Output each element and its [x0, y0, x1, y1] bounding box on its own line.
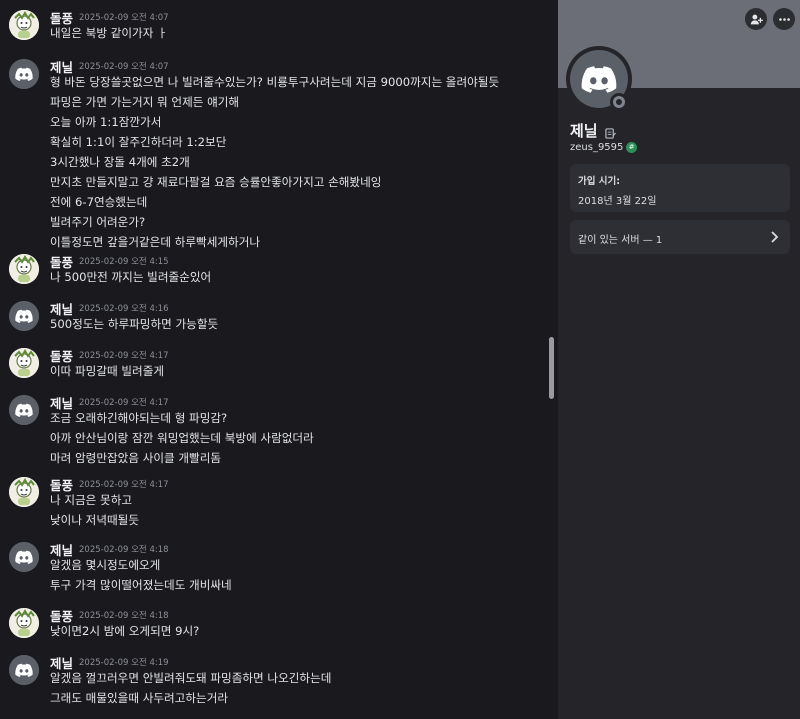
message-timestamp: 2025-02-09 오전 4:17	[79, 398, 169, 408]
message-group: 제닐 2025-02-09 오전 4:16 500정도는 하루파밍하면 가능할듯	[0, 301, 540, 343]
message-text: 알겠음 몇시정도에오게	[50, 558, 161, 572]
message-text: 파밍은 가면 가는거지 뭐 언제든 얘기해	[50, 95, 240, 109]
member-since-date: 2018년 3월 22일	[578, 196, 657, 207]
message-text: 500정도는 하루파밍하면 가능할듯	[50, 317, 219, 331]
chat-messages: 돌풍 2025-02-09 오전 4:07 내일은 북방 같이가자 ㅏ 제닐 2025-…	[0, 0, 558, 719]
message-text: 아까 안산님이랑 잠깐 워밍업했는데 북방에 사람없더라	[50, 431, 314, 445]
more-options-button[interactable]	[773, 8, 795, 30]
message-text: 이따 파밍갈때 빌려줄게	[50, 364, 165, 378]
message-timestamp: 2025-02-09 오전 4:07	[79, 62, 169, 72]
add-friend-icon	[750, 14, 763, 24]
message-text: 알겠음 껄끄러우면 안빌려줘도돼 파밍좀하면 나오긴하는데	[50, 671, 332, 685]
message-text: 빌려주기 어려운가?	[50, 215, 146, 229]
message-timestamp: 2025-02-09 오전 4:17	[79, 480, 169, 490]
message-group: 돌풍 2025-02-09 오전 4:18 낮이면2시 밤에 오게되면 9시?	[0, 608, 540, 650]
message-text: 낮이나 저녁때될듯	[50, 513, 140, 527]
message-group: 돌풍 2025-02-09 오전 4:07 내일은 북방 같이가자 ㅏ	[0, 10, 540, 52]
mutual-servers-button[interactable]: 같이 있는 서버 — 1	[570, 220, 790, 254]
discord-logo-icon	[581, 66, 617, 93]
member-since-label: 가입 시기:	[578, 176, 621, 187]
message-text: 조금 오래하긴해야되는데 형 파밍감?	[50, 411, 228, 425]
user-profile-panel: 제닐 zeus_9595 # 가입 시기: 2018년 3월 22일 같이 있는…	[558, 0, 800, 719]
message-avatar[interactable]	[9, 655, 39, 685]
message-avatar[interactable]	[9, 254, 39, 284]
message-text: 그래도 매물있을때 사두려고하는거라	[50, 691, 229, 705]
message-timestamp: 2025-02-09 오전 4:19	[79, 658, 169, 668]
message-text: 마려 암령만잡았음 사이클 개빨리돔	[50, 451, 222, 465]
message-text: 이틀정도면 갚을거같은데 하루빡세게하거나	[50, 235, 261, 249]
more-icon	[778, 17, 790, 21]
message-group: 제닐 2025-02-09 오전 4:18 알겠음 몇시정도에오게 투구 가격 많이떨…	[0, 542, 540, 604]
message-timestamp: 2025-02-09 오전 4:18	[79, 611, 169, 621]
chevron-right-icon	[771, 231, 779, 243]
message-timestamp: 2025-02-09 오전 4:17	[79, 351, 169, 361]
message-text: 오늘 아까 1:1잠깐가서	[50, 115, 162, 129]
edit-note-icon[interactable]	[605, 124, 616, 143]
offline-status-icon	[613, 96, 625, 108]
message-text: 내일은 북방 같이가자 ㅏ	[50, 26, 168, 40]
message-text: 확실히 1:1이 잘주긴하더라 1:2보단	[50, 135, 227, 149]
hashtag-badge-icon[interactable]: #	[626, 142, 637, 153]
message-text: 3시간했나 장돌 4개에 초2개	[50, 155, 190, 169]
message-text: 나 지금은 못하고	[50, 493, 133, 507]
profile-username: zeus_9595	[570, 142, 624, 153]
message-text: 만지초 만들지말고 걍 재료다팔걸 요즘 승률안좋아가지고 손해봤네잉	[50, 175, 382, 189]
message-avatar[interactable]	[9, 542, 39, 572]
message-avatar[interactable]	[9, 10, 39, 40]
member-since-card: 가입 시기: 2018년 3월 22일	[570, 164, 790, 212]
message-text: 낮이면2시 밤에 오게되면 9시?	[50, 624, 200, 638]
profile-display-name: 제닐	[570, 122, 598, 140]
message-group: 돌풍 2025-02-09 오전 4:17 이따 파밍갈때 빌려줄게	[0, 348, 540, 390]
message-group: 제닐 2025-02-09 오전 4:07 형 바돈 당장쓸곳없으면 나 빌려줄수있…	[0, 59, 540, 261]
message-avatar[interactable]	[9, 59, 39, 89]
message-group: 제닐 2025-02-09 오전 4:17 조금 오래하긴해야되는데 형 파밍감? 아…	[0, 395, 540, 477]
mutual-servers-label: 같이 있는 서버 — 1	[578, 235, 663, 246]
message-text: 형 바돈 당장쓸곳없으면 나 빌려줄수있는가? 비룡투구사려는데 지금 9000…	[50, 75, 500, 89]
message-group: 돌풍 2025-02-09 오전 4:17 나 지금은 못하고 낮이나 저녁때될듯	[0, 477, 540, 539]
message-group: 돌풍 2025-02-09 오전 4:15 나 500만전 까지는 빌려줄순있어	[0, 254, 540, 296]
message-group: 제닐 2025-02-09 오전 4:19 알겠음 껄끄러우면 안빌려줘도돼 파밍좀…	[0, 655, 540, 717]
message-avatar[interactable]	[9, 395, 39, 425]
message-avatar[interactable]	[9, 477, 39, 507]
add-friend-button[interactable]	[745, 8, 767, 30]
message-timestamp: 2025-02-09 오전 4:18	[79, 545, 169, 555]
message-text: 나 500만전 까지는 빌려줄순있어	[50, 270, 212, 284]
message-avatar[interactable]	[9, 348, 39, 378]
message-avatar[interactable]	[9, 608, 39, 638]
message-text: 전에 6-7연승했는데	[50, 195, 148, 209]
chat-scrollbar-thumb[interactable]	[549, 337, 554, 399]
message-text: 투구 가격 많이떨어졌는데도 개비싸네	[50, 578, 232, 592]
message-timestamp: 2025-02-09 오전 4:07	[79, 13, 169, 23]
message-timestamp: 2025-02-09 오전 4:16	[79, 304, 169, 314]
message-avatar[interactable]	[9, 301, 39, 331]
message-timestamp: 2025-02-09 오전 4:15	[79, 257, 169, 267]
